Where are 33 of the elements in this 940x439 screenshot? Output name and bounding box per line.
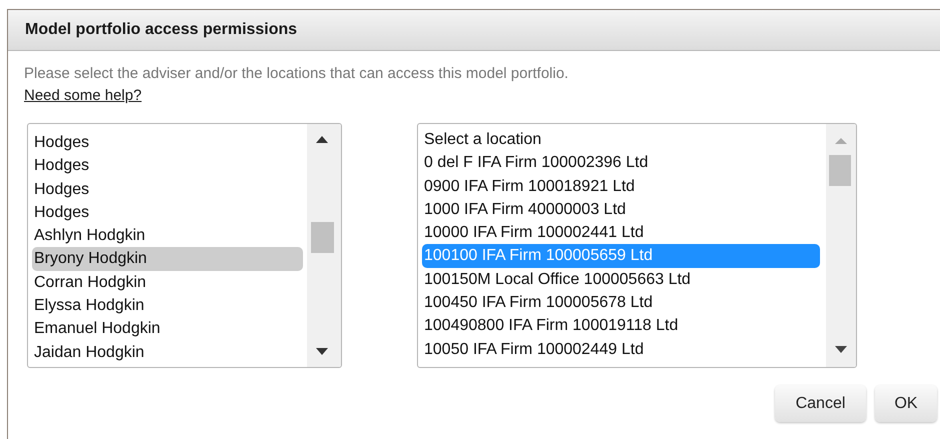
list-item[interactable]: 100490800 IFA Firm 100019118 Ltd: [422, 314, 820, 338]
list-item[interactable]: 1000 IFA Firm 40000003 Ltd: [422, 198, 820, 222]
list-item[interactable]: Hodges: [32, 131, 303, 154]
list-item[interactable]: 10050 IFA Firm 100002449 Ltd: [422, 338, 820, 361]
ok-button[interactable]: OK: [875, 385, 937, 422]
list-item[interactable]: Jaidan Hodgkin: [32, 340, 303, 364]
list-item[interactable]: 100450 IFA Firm 100005678 Ltd: [422, 291, 820, 314]
scroll-down-icon[interactable]: [835, 346, 847, 353]
list-item[interactable]: Corran Hodgkin: [32, 270, 303, 294]
window-title: Model portfolio access permissions: [25, 20, 298, 40]
list-item[interactable]: 100150M Local Office 100005663 Ltd: [422, 268, 820, 292]
list-item[interactable]: Hodges: [32, 200, 303, 224]
help-link[interactable]: Need some help?: [24, 86, 142, 106]
scrollbar[interactable]: [307, 124, 341, 367]
scroll-down-icon[interactable]: [316, 348, 328, 355]
scrollbar-thumb[interactable]: [829, 155, 851, 186]
scrollbar[interactable]: [826, 124, 856, 367]
list-item[interactable]: Hodges: [32, 178, 303, 201]
scrollbar-thumb[interactable]: [311, 222, 334, 253]
list-item[interactable]: 0900 IFA Firm 100018921 Ltd: [422, 174, 820, 198]
list-item[interactable]: Elyssa Hodgkin: [32, 294, 303, 318]
list-item[interactable]: Emanuel Hodgkin: [32, 317, 303, 341]
list-item[interactable]: Select a location: [422, 128, 820, 152]
list-item[interactable]: 0 del F IFA Firm 100002396 Ltd: [422, 151, 820, 175]
location-listbox[interactable]: [417, 123, 857, 368]
scroll-up-icon[interactable]: [316, 136, 328, 143]
list-item[interactable]: Hodges: [32, 154, 303, 178]
list-item[interactable]: 10000 IFA Firm 100002441 Ltd: [422, 221, 820, 244]
list-item[interactable]: Bryony Hodgkin: [32, 247, 303, 271]
adviser-listbox[interactable]: Hodges Hodges Hodges Hodges Ashlyn Hodgkin Bryony Hodgkin Corran Hodgkin Elyssa Hodgkin Emanuel Hodgkin Jaidan Hodgkin: [27, 123, 342, 368]
cancel-button[interactable]: Cancel: [775, 385, 866, 422]
list-item[interactable]: Ashlyn Hodgkin: [32, 224, 303, 248]
instruction-text: Please select the adviser and/or the locations that can access this model portfolio.: [24, 64, 570, 84]
